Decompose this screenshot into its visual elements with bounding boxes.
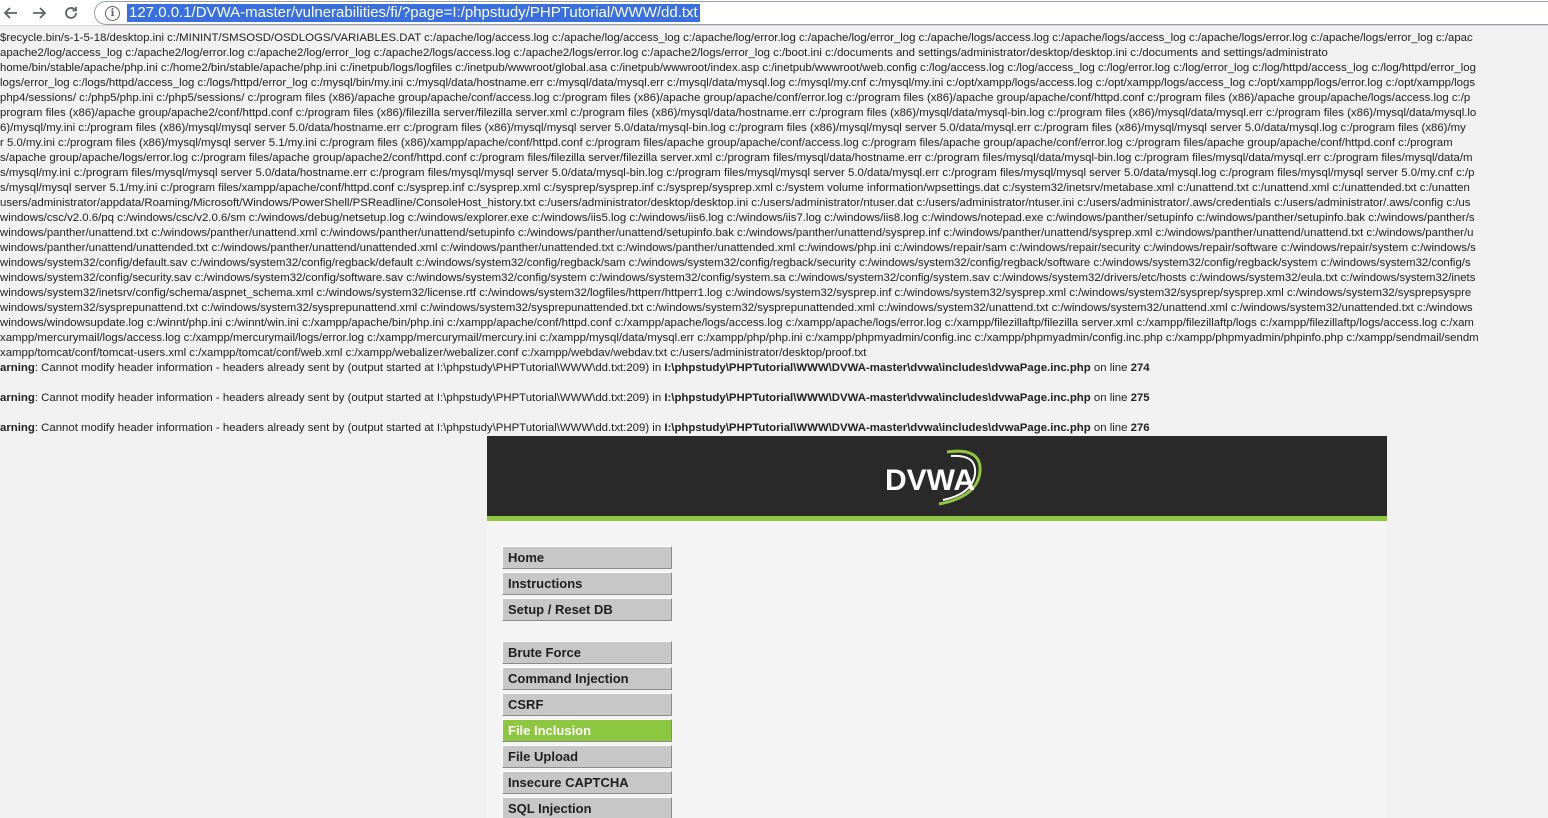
warning-line: arning: Cannot modify header information… [0,391,1150,406]
warning-mid: on line [1090,422,1131,434]
dump-line: windows/system32/config/security.sav c:/… [0,272,1476,284]
dump-line: apache2/log/access_log c:/apache2/log/er… [0,47,1328,59]
dump-line: windows/system32/sysprepunattend.txt c:/… [0,302,1473,314]
warning-text: : Cannot modify header information - hea… [34,362,665,374]
dump-line: program files (x86)/apache group/apache2… [0,107,1477,119]
dvwa-logo: DVWA [885,449,982,506]
dump-line: s/mysql/mysql server 5.1/my.ini c:/progr… [0,182,1470,194]
dump-line: windows/panther/unattend.txt c:/windows/… [0,227,1474,239]
warning-file: I:\phpstudy\PHPTutorial\WWW\DVWA-master\… [664,362,1091,374]
menu-item-insecure-captcha[interactable]: Insecure CAPTCHA [502,771,672,794]
menu-item-csrf[interactable]: CSRF [502,693,672,716]
forward-button[interactable] [28,2,50,24]
page-content: $recycle.bin/s-1-5-18/desktop.ini c:/MIN… [0,31,1548,818]
warning-label: arning [0,422,35,434]
warning-line-number: 275 [1130,392,1150,404]
reload-button[interactable] [60,2,82,24]
dump-line: r 5.0/my.ini c:/program files (x86)/mysq… [0,137,1453,149]
warning-text: : Cannot modify header information - hea… [34,422,665,434]
dump-line: windows/panther/unattend/unattended.txt … [0,242,1476,254]
warning-file: I:\phpstudy\PHPTutorial\WWW\DVWA-master\… [664,392,1091,404]
menu-item-file-upload[interactable]: File Upload [502,745,672,768]
dump-line: windows/system32/config/default.sav c:/w… [0,257,1471,269]
dump-line: s/apache group/apache/logs/error.log c:/… [0,152,1473,164]
browser-toolbar: i 127.0.0.1/DVWA-master/vulnerabilities/… [0,0,1548,26]
dvwa-logo-text: DVWA [885,464,975,497]
url-text[interactable]: 127.0.0.1/DVWA-master/vulnerabilities/fi… [127,4,700,22]
warning-label: arning [0,392,35,404]
menu-item-home[interactable]: Home [502,546,672,569]
dvwa-page: DVWA Home Instructions Setup / Reset DB Bru… [487,436,1387,818]
menu-item-brute-force[interactable]: Brute Force [502,641,672,664]
warning-line-number: 274 [1130,362,1150,374]
menu-item-file-inclusion[interactable]: File Inclusion [502,719,672,742]
warning-mid: on line [1090,392,1131,404]
dump-line: home/bin/stable/apache/php.ini c:/home2/… [0,62,1476,74]
back-button[interactable] [0,2,22,24]
info-icon[interactable]: i [105,6,120,21]
dump-line: windows/csc/v2.0.6/pq c:/windows/csc/v2.… [0,212,1475,224]
reload-icon [65,7,77,19]
warning-label: arning [0,362,35,374]
dump-line: xampp/mercurymail/logs/access.log c:/xam… [0,332,1479,344]
menu-item-command-injection[interactable]: Command Injection [502,667,672,690]
warning-line: arning: Cannot modify header information… [0,361,1150,376]
header-accent-bar [487,516,1387,521]
dump-line: windows/system32/inetsrv/config/schema/a… [0,287,1472,299]
warning-mid: on line [1090,362,1131,374]
warning-line: arning: Cannot modify header information… [0,421,1150,436]
arrow-right-icon [33,7,47,19]
arrow-left-icon [3,7,17,19]
menu-item-setup-reset-db[interactable]: Setup / Reset DB [502,598,672,621]
dump-line: windows/windowsupdate.log c:/winnt/php.i… [0,317,1474,329]
dump-line: xampp/tomcat/conf/tomcat-users.xml c:/xa… [0,347,867,359]
menu-item-sql-injection[interactable]: SQL Injection [502,797,672,818]
dump-line: s/mysql/my.ini c:/program files/mysql/my… [0,167,1475,179]
warning-file: I:\phpstudy\PHPTutorial\WWW\DVWA-master\… [664,422,1091,434]
dump-line: users/administrator/appdata/Roaming/Micr… [0,197,1471,209]
dvwa-header: DVWA [487,436,1387,516]
dump-line: $recycle.bin/s-1-5-18/desktop.ini c:/MIN… [0,32,1473,44]
dump-line: 6)/mysql/my.ini c:/program files (x86)/m… [0,122,1466,134]
dump-line: logs/error_log c:/logs/httpd/access_log … [0,77,1476,89]
warning-text: : Cannot modify header information - hea… [34,392,665,404]
dump-line: php4/sessions/ c:/php5/php.ini c:/php5/s… [0,92,1471,104]
warning-line-number: 276 [1130,422,1150,434]
menu-item-instructions[interactable]: Instructions [502,572,672,595]
address-bar[interactable]: i 127.0.0.1/DVWA-master/vulnerabilities/… [94,1,1548,25]
